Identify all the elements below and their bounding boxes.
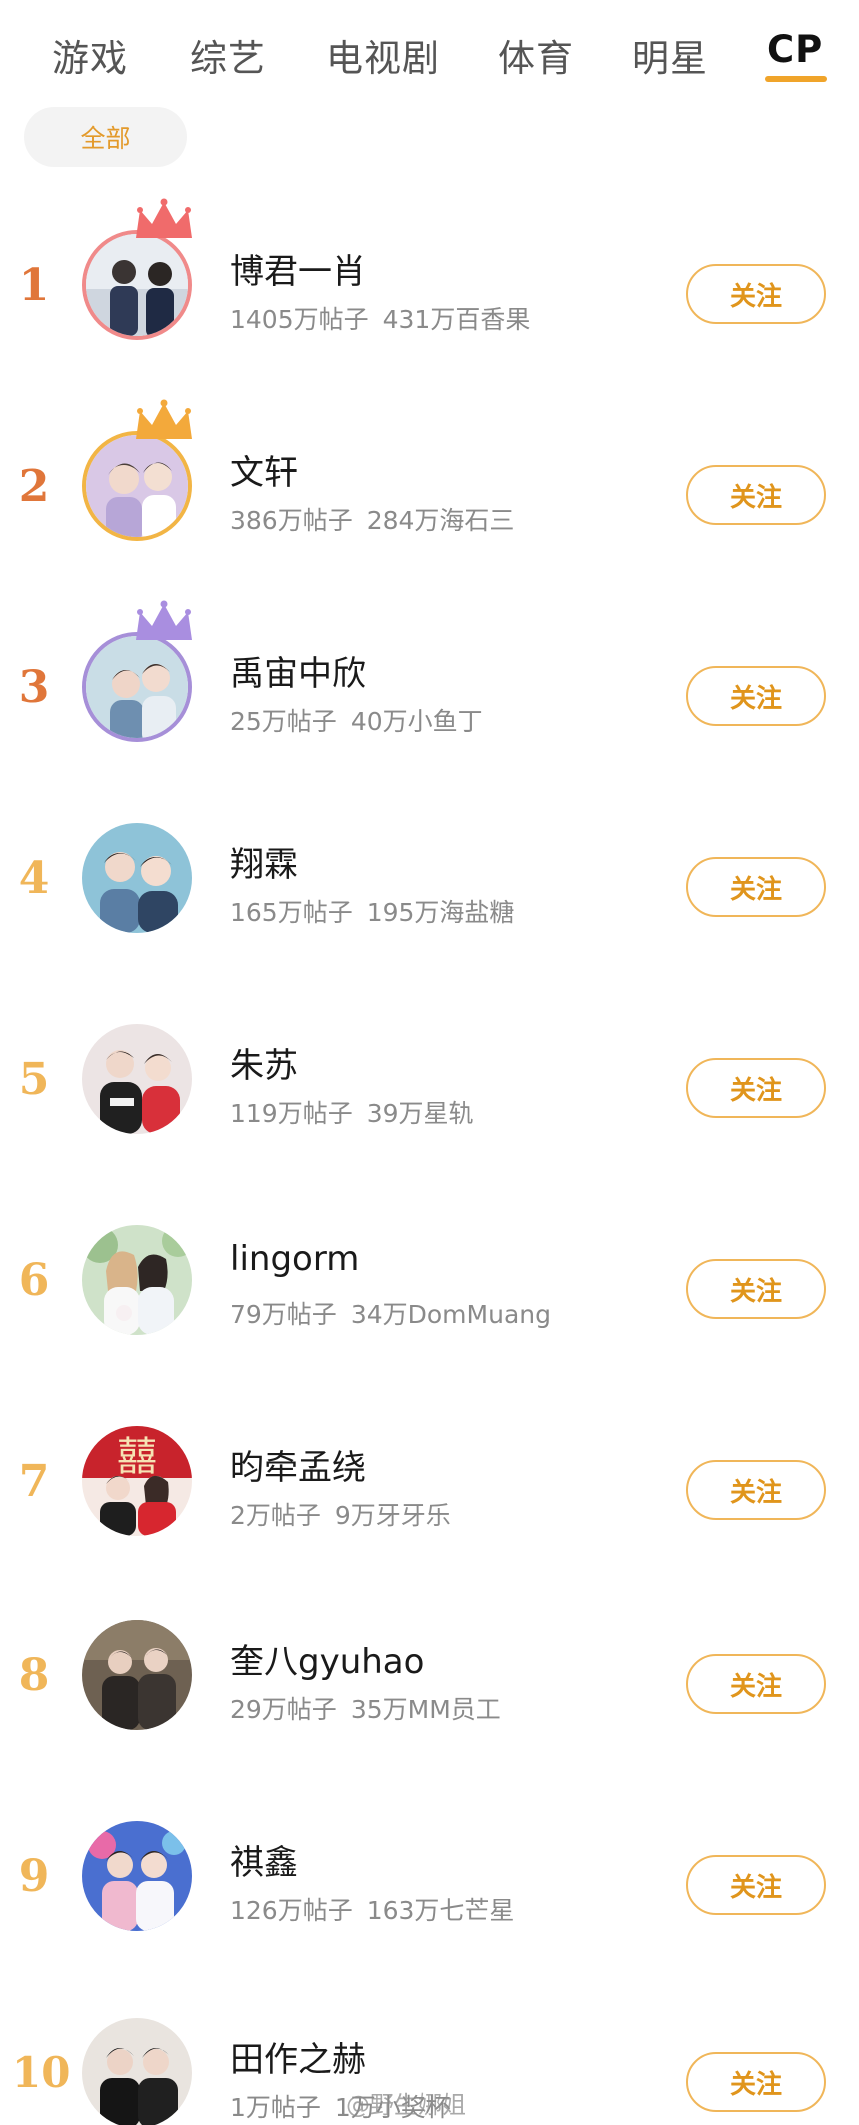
cp-stats: 2万帖子 9万牙牙乐	[230, 1496, 451, 1532]
gold-crown-icon	[136, 399, 192, 439]
post-count: 386万帖子	[230, 506, 353, 535]
cp-name: 祺鑫	[230, 1843, 298, 1883]
avatar-container	[82, 823, 198, 939]
avatar[interactable]	[82, 632, 192, 742]
avatar-container	[82, 600, 198, 748]
post-count: 1万帖子	[230, 2093, 321, 2122]
fan-count: 39万星轨	[366, 1099, 474, 1128]
rank-number: 2	[18, 461, 50, 512]
fan-count: 284万海石三	[366, 506, 515, 535]
rank-number: 6	[18, 1255, 50, 1306]
list-item[interactable]: 2 文轩 386万帖子 284万海石三 关注	[0, 399, 859, 563]
avatar[interactable]	[82, 431, 192, 541]
avatar[interactable]	[82, 230, 192, 340]
cp-name: 文轩	[230, 453, 298, 493]
cp-stats: 126万帖子 163万七芒星	[230, 1891, 514, 1927]
follow-button[interactable]: 关注	[686, 1654, 826, 1714]
list-item[interactable]: 8 奎八gyuhao 29万帖子 35万MM员工 关注	[0, 1612, 859, 1752]
fan-count: 431万百香果	[382, 305, 531, 334]
rank-number: 10	[12, 2048, 71, 2097]
follow-button[interactable]: 关注	[686, 1259, 826, 1319]
post-count: 1405万帖子	[230, 305, 369, 334]
cp-name: lingorm	[230, 1239, 360, 1279]
avatar[interactable]	[82, 823, 192, 933]
fan-count: 195万海盐糖	[366, 898, 515, 927]
red-crown-icon	[136, 198, 192, 238]
rank-number: 9	[18, 1851, 50, 1902]
avatar-container	[82, 399, 198, 547]
rank-number: 4	[18, 853, 50, 904]
purple-crown-icon	[136, 600, 192, 640]
post-count: 165万帖子	[230, 898, 353, 927]
follow-button[interactable]: 关注	[686, 666, 826, 726]
avatar-container	[82, 1821, 198, 1937]
cp-stats: 165万帖子 195万海盐糖	[230, 893, 514, 929]
follow-button[interactable]: 关注	[686, 1058, 826, 1118]
list-item[interactable]: 9 祺鑫 126万帖子 163万七芒星 关注	[0, 1813, 859, 1953]
post-count: 126万帖子	[230, 1896, 353, 1925]
post-count: 25万帖子	[230, 707, 337, 736]
post-count: 2万帖子	[230, 1501, 321, 1530]
rank-number: 3	[18, 662, 50, 713]
cp-stats: 79万帖子 34万DomMuang	[230, 1295, 551, 1331]
follow-button[interactable]: 关注	[686, 1460, 826, 1520]
avatar[interactable]	[82, 1620, 192, 1730]
cp-ranking-page: 游戏 综艺 电视剧 体育 明星 CP 全部 1 博君一肖 1405万帖子 431…	[0, 0, 859, 2125]
follow-button[interactable]: 关注	[686, 1855, 826, 1915]
avatar-container	[82, 1024, 198, 1140]
ranking-list: 1 博君一肖 1405万帖子 431万百香果 关注 2 文轩 386万帖子 28…	[0, 0, 859, 2125]
avatar[interactable]	[82, 1024, 192, 1134]
cp-name: 博君一肖	[230, 252, 366, 292]
cp-name: 翔霖	[230, 845, 298, 885]
cp-stats: 386万帖子 284万海石三	[230, 501, 514, 537]
rank-number: 1	[18, 260, 50, 311]
list-item[interactable]: 5 朱苏 119万帖子 39万星轨 关注	[0, 1016, 859, 1156]
avatar-container	[82, 1225, 198, 1341]
cp-stats: 29万帖子 35万MM员工	[230, 1690, 501, 1726]
avatar[interactable]	[82, 1225, 192, 1335]
fan-count: 40万小鱼丁	[350, 707, 483, 736]
cp-stats: 119万帖子 39万星轨	[230, 1094, 474, 1130]
list-item[interactable]: 6 lingorm 79万帖子 34万DomMuang 关注	[0, 1217, 859, 1357]
fan-count: 163万七芒星	[366, 1896, 515, 1925]
avatar-container	[82, 1620, 198, 1736]
rank-number: 7	[18, 1456, 50, 1507]
avatar[interactable]	[82, 2018, 192, 2125]
list-item[interactable]: 3 禹宙中欣 25万帖子 40万小鱼丁 关注	[0, 600, 859, 764]
list-item[interactable]: 1 博君一肖 1405万帖子 431万百香果 关注	[0, 198, 859, 362]
follow-button[interactable]: 关注	[686, 2052, 826, 2112]
post-count: 119万帖子	[230, 1099, 353, 1128]
list-item[interactable]: 4 翔霖 165万帖子 195万海盐糖 关注	[0, 815, 859, 955]
rank-number: 8	[18, 1650, 50, 1701]
cp-name: 昀牵孟绕	[230, 1448, 366, 1488]
list-item[interactable]: 7 囍 昀牵孟绕 2万帖子 9万牙牙乐 关注	[0, 1418, 859, 1558]
fan-count: 9万牙牙乐	[334, 1501, 451, 1530]
fan-count: 34万DomMuang	[350, 1300, 551, 1329]
avatar-container	[82, 2018, 198, 2125]
avatar-container	[82, 198, 198, 346]
cp-stats: 1405万帖子 431万百香果	[230, 300, 530, 336]
post-count: 79万帖子	[230, 1300, 337, 1329]
cp-name: 田作之赫	[230, 2040, 366, 2080]
watermark: @野生娜姐	[346, 2091, 466, 2119]
avatar-container: 囍	[82, 1426, 198, 1542]
avatar[interactable]: 囍	[82, 1426, 192, 1536]
post-count: 29万帖子	[230, 1695, 337, 1724]
cp-name: 禹宙中欣	[230, 654, 366, 694]
cp-stats: 25万帖子 40万小鱼丁	[230, 702, 483, 738]
svg-text:囍: 囍	[117, 1434, 157, 1480]
rank-number: 5	[18, 1054, 50, 1105]
cp-name: 朱苏	[230, 1046, 298, 1086]
fan-count: 35万MM员工	[350, 1695, 501, 1724]
avatar[interactable]	[82, 1821, 192, 1931]
follow-button[interactable]: 关注	[686, 264, 826, 324]
follow-button[interactable]: 关注	[686, 465, 826, 525]
follow-button[interactable]: 关注	[686, 857, 826, 917]
cp-name: 奎八gyuhao	[230, 1642, 425, 1682]
